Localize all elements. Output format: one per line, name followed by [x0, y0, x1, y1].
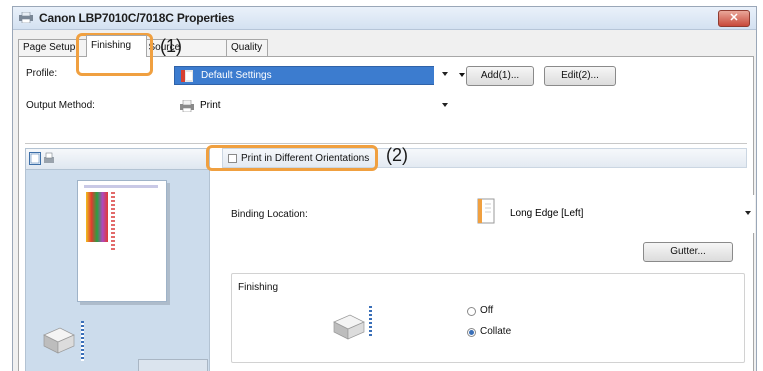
edit-profile-button[interactable]: Edit(2)...	[544, 66, 616, 86]
tab-finishing[interactable]: Finishing	[86, 35, 147, 57]
binding-edge-marker	[81, 321, 84, 361]
profile-label: Profile:	[26, 68, 58, 79]
finishing-panel: Profile: Default Settings Add(1)... Edit…	[18, 56, 755, 371]
stacked-paper-icon	[333, 314, 365, 340]
tab-paper-source[interactable]: Paper Source	[146, 39, 227, 56]
preview-pane	[25, 148, 210, 371]
preview-header-line	[84, 185, 158, 188]
tab-quality[interactable]: Quality	[226, 39, 268, 56]
profile-value: Default Settings	[201, 70, 272, 81]
chevron-down-icon	[745, 211, 751, 215]
printer-view-icon[interactable]	[43, 152, 55, 165]
callout-highlight-checkbox	[206, 145, 378, 171]
add-profile-button[interactable]: Add(1)...	[466, 66, 534, 86]
callout-label-2: (2)	[386, 145, 408, 165]
profile-icon	[181, 70, 193, 82]
binding-location-value: Long Edge [Left]	[510, 208, 584, 219]
close-icon: ✕	[729, 12, 739, 24]
window-title: Canon LBP7010C/7018C Properties	[39, 11, 235, 25]
section-divider	[25, 143, 747, 144]
gutter-button[interactable]: Gutter...	[643, 242, 733, 262]
printer-icon	[180, 100, 194, 112]
finishing-off-radio[interactable]	[467, 307, 476, 316]
stacked-paper-icon	[43, 327, 75, 354]
binding-long-edge-icon	[477, 198, 495, 224]
callout-label-1: (1)	[160, 36, 182, 56]
preview-toolbar	[26, 149, 209, 170]
binding-location-label: Binding Location:	[231, 209, 308, 220]
page-view-icon[interactable]	[29, 152, 41, 165]
preview-image	[86, 192, 108, 242]
profile-select[interactable]: Default Settings	[174, 66, 465, 85]
finishing-off-label: Off	[480, 305, 494, 316]
output-method-select[interactable]: Print	[174, 97, 452, 116]
output-method-value: Print	[200, 100, 221, 111]
output-method-label: Output Method:	[26, 100, 95, 111]
page-preview	[77, 180, 167, 302]
finishing-group: Finishing Off Collate	[231, 273, 745, 363]
printer-icon	[19, 12, 33, 23]
chevron-down-icon	[442, 72, 448, 76]
finishing-group-label: Finishing	[238, 282, 279, 293]
tab-strip: Page Setup Finishing Paper Source Qualit…	[18, 35, 756, 57]
binding-edge-marker	[369, 306, 372, 336]
close-button[interactable]: ✕	[718, 10, 750, 27]
finishing-collate-label: Collate	[480, 326, 512, 337]
binding-location-select[interactable]: Long Edge [Left]	[466, 195, 755, 233]
preview-text-column	[111, 192, 115, 250]
chevron-down-icon	[442, 103, 448, 107]
profile-dropdown-button[interactable]	[434, 66, 452, 85]
title-bar: Canon LBP7010C/7018C Properties ✕	[13, 7, 756, 30]
preview-zoom-controls[interactable]	[138, 359, 208, 371]
finishing-collate-radio[interactable]	[467, 328, 476, 337]
chevron-down-icon	[459, 73, 465, 77]
